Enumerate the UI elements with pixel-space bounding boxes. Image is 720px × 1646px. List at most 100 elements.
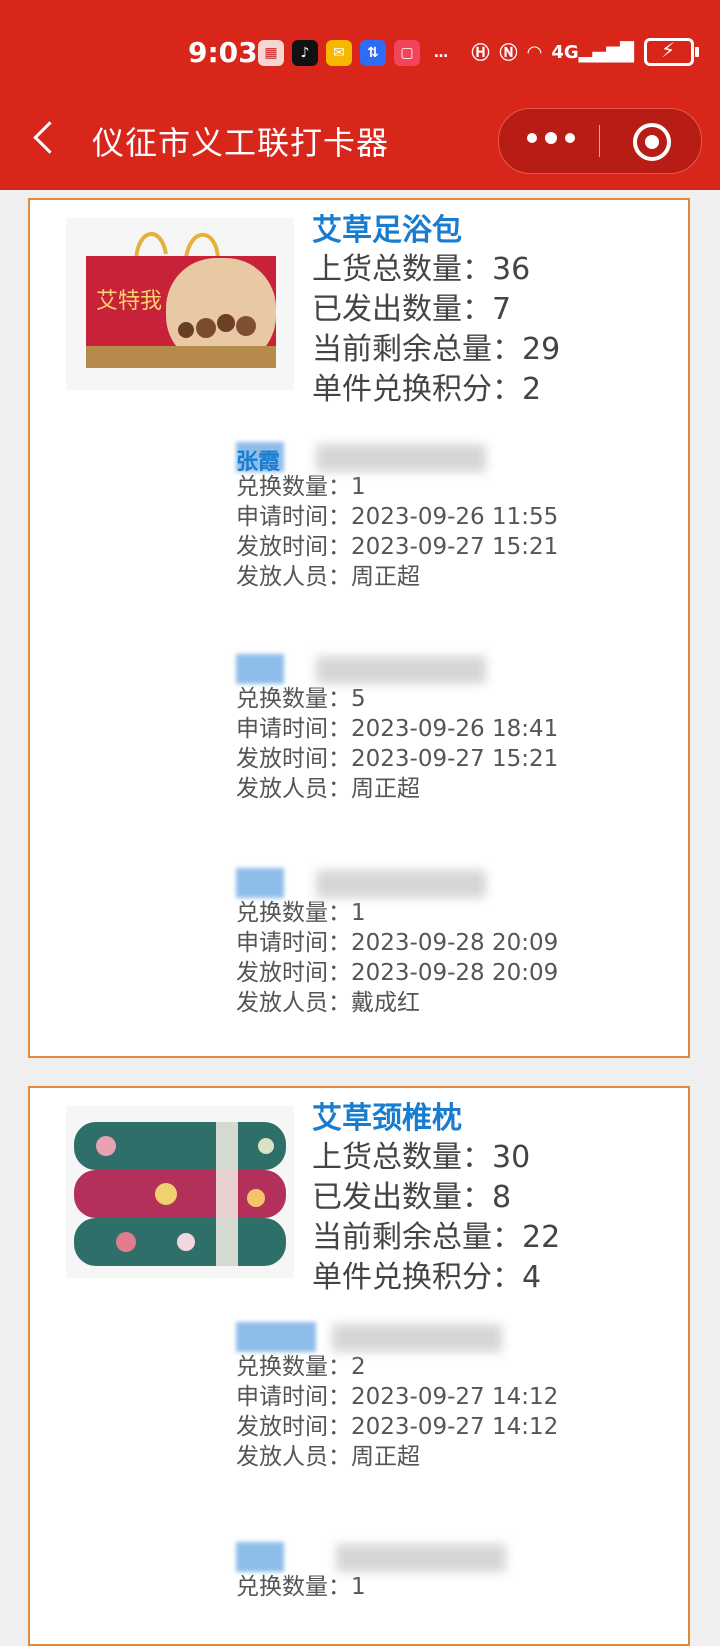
wifi-icon: ◠ (527, 41, 542, 63)
apply-time-row: 申请时间：2023-09-28 20:09 (236, 928, 656, 958)
product-name: 艾草颈椎枕 (312, 1101, 462, 1136)
apply-time-row: 申请时间：2023-09-27 14:12 (236, 1382, 656, 1412)
label: 发放时间： (236, 960, 351, 986)
redacted-phone (316, 656, 486, 684)
value: 周正超 (351, 776, 420, 802)
foot-bath-gift-box-image: 艾特我 (66, 218, 294, 390)
points-per-item: 单件兑换积分：4 (312, 1258, 560, 1298)
label: 当前剩余总量： (312, 1220, 522, 1255)
dot-icon (565, 133, 575, 143)
label: 兑换数量： (236, 686, 351, 712)
product-info: 艾草足浴包 上货总数量：36 已发出数量：7 当前剩余总量：29 单件兑换积分：… (312, 212, 560, 410)
label: 发放时间： (236, 534, 351, 560)
label: 申请时间： (236, 504, 351, 530)
value: 2023-09-27 15:21 (351, 534, 559, 560)
redacted-applicant (236, 652, 656, 684)
staff-row: 发放人员：周正超 (236, 1442, 656, 1472)
issue-time-row: 发放时间：2023-09-27 15:21 (236, 744, 656, 774)
app-red-icon: ▢ (394, 40, 420, 66)
value: 2023-09-28 20:09 (351, 960, 559, 986)
value: 2023-09-27 15:21 (351, 746, 559, 772)
label: 已发出数量： (312, 1180, 492, 1215)
applicant-name: 张霞 (236, 450, 281, 475)
staff-row: 发放人员：戴成红 (236, 988, 656, 1018)
label: 申请时间： (236, 930, 351, 956)
qty-row: 兑换数量：2 (236, 1352, 656, 1382)
label: 发放时间： (236, 1414, 351, 1440)
label: 发放人员： (236, 1444, 351, 1470)
transfer-icon: ⇅ (360, 40, 386, 66)
value: 30 (492, 1140, 531, 1175)
label: 单件兑换积分： (312, 1260, 522, 1295)
product-info: 艾草颈椎枕 上货总数量：30 已发出数量：8 当前剩余总量：22 单件兑换积分：… (312, 1100, 560, 1298)
value: 戴成红 (351, 990, 420, 1016)
redacted-name (236, 1322, 316, 1352)
tiktok-icon: ♪ (292, 40, 318, 66)
label: 上货总数量： (312, 252, 492, 287)
dot-icon (527, 133, 537, 143)
app-qr-icon: ▦ (258, 40, 284, 66)
label: 发放人员： (236, 990, 351, 1016)
value: 2023-09-27 14:12 (351, 1414, 559, 1440)
page-title: 仪征市义工联打卡器 (92, 124, 390, 162)
redeem-record: 兑换数量：5 申请时间：2023-09-26 18:41 发放时间：2023-0… (236, 652, 656, 804)
more-menu-button[interactable] (527, 132, 575, 144)
redeem-record: 兑换数量：1 申请时间：2023-09-28 20:09 发放时间：2023-0… (236, 866, 656, 1018)
redeem-record: 兑换数量：1 (236, 1540, 656, 1602)
battery-icon: ⚡ (644, 38, 699, 66)
status-app-icons: ▦ ♪ ✉ ⇅ ▢ … (258, 36, 454, 70)
redacted-phone (316, 870, 486, 898)
nfc-icon: Ⓝ (499, 43, 518, 64)
issued-count: 已发出数量：7 (312, 290, 560, 330)
issued-count: 已发出数量：8 (312, 1178, 560, 1218)
redacted-applicant (236, 1540, 656, 1572)
redacted-phone (336, 1544, 506, 1572)
neck-pillow-image (66, 1106, 294, 1278)
qty-row: 兑换数量：1 (236, 898, 656, 928)
product-card: 艾特我 艾草足浴包 上货总数量：36 已发出数量：7 当前剩余总量：29 单件兑… (28, 198, 690, 1058)
redacted-phone (332, 1324, 502, 1352)
value: 5 (351, 686, 366, 712)
back-button[interactable] (28, 118, 64, 158)
value: 周正超 (351, 564, 420, 590)
label: 发放人员： (236, 564, 351, 590)
status-time: 9:03 (188, 36, 258, 69)
qty-row: 兑换数量：5 (236, 684, 656, 714)
redeem-record: 兑换数量：2 申请时间：2023-09-27 14:12 发放时间：2023-0… (236, 1320, 656, 1472)
redacted-name (236, 1542, 284, 1572)
value: 1 (351, 474, 366, 500)
value: 4 (522, 1260, 542, 1295)
label: 上货总数量： (312, 1140, 492, 1175)
hd-icon: Ⓗ (471, 43, 490, 64)
label: 兑换数量： (236, 1574, 351, 1600)
network-type: 4G (551, 41, 579, 63)
label: 申请时间： (236, 716, 351, 742)
capsule-divider (599, 125, 600, 157)
value: 1 (351, 900, 366, 926)
value: 2023-09-26 18:41 (351, 716, 559, 742)
remaining-count: 当前剩余总量：29 (312, 330, 560, 370)
label: 发放时间： (236, 746, 351, 772)
value: 2 (351, 1354, 366, 1380)
svg-text:艾特我: 艾特我 (96, 289, 162, 314)
label: 申请时间： (236, 1384, 351, 1410)
value: 36 (492, 252, 531, 287)
redeem-record: 张霞 兑换数量：1 申请时间：2023-09-26 11:55 发放时间：202… (236, 440, 656, 592)
label: 单件兑换积分： (312, 372, 522, 407)
label: 发放人员： (236, 776, 351, 802)
apply-time-row: 申请时间：2023-09-26 18:41 (236, 714, 656, 744)
redacted-applicant (236, 1320, 656, 1352)
issue-time-row: 发放时间：2023-09-28 20:09 (236, 958, 656, 988)
value: 2023-09-27 14:12 (351, 1384, 559, 1410)
issue-time-row: 发放时间：2023-09-27 14:12 (236, 1412, 656, 1442)
redacted-phone (316, 444, 486, 472)
label: 兑换数量： (236, 900, 351, 926)
close-mini-program-button[interactable] (633, 123, 671, 161)
qty-row: 兑换数量：1 (236, 1572, 656, 1602)
status-system-icons: Ⓗ Ⓝ ◠ 4G▂▄▆█ ⚡ (471, 38, 699, 66)
redacted-name (236, 868, 284, 898)
value: 8 (492, 1180, 512, 1215)
mini-program-capsule (498, 108, 702, 174)
dot-icon (545, 132, 557, 144)
redacted-applicant (236, 866, 656, 898)
